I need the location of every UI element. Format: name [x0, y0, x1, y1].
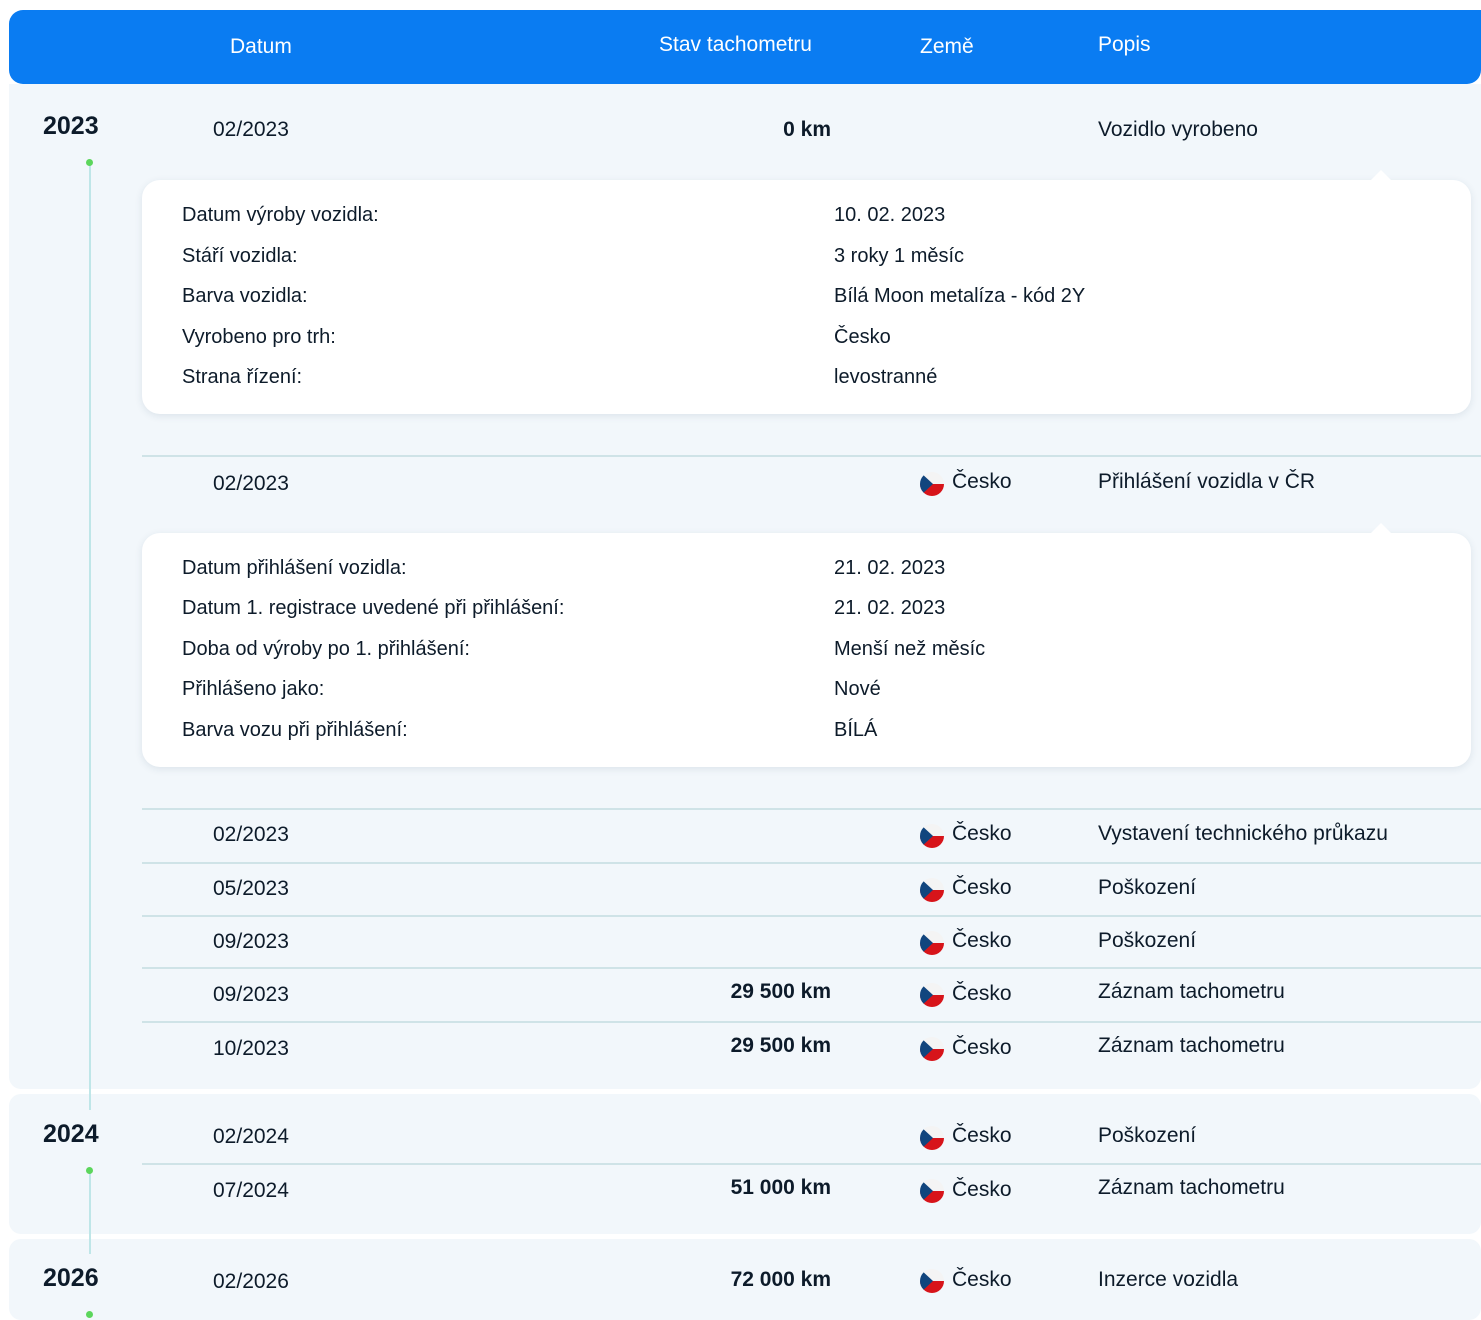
- detail-value: 21. 02. 2023: [834, 597, 946, 619]
- event-date: 02/2023: [213, 823, 289, 846]
- event-country: Česko: [952, 1268, 1012, 1291]
- table-row[interactable]: 02/2023 Česko Vystavení technického průk…: [142, 810, 1481, 863]
- event-odometer: 72 000 km: [730, 1268, 831, 1291]
- event-country: Česko: [952, 470, 1012, 493]
- event-description: Poškození: [1098, 876, 1197, 899]
- table-row[interactable]: 05/2023 Česko Poškození: [142, 864, 1481, 917]
- detail-row: Barva vozu při přihlášení: BÍLÁ: [182, 719, 1432, 749]
- detail-row: Datum 1. registrace uvedené při přihláše…: [182, 597, 1432, 627]
- event-date: 02/2023: [213, 472, 289, 495]
- year-label-2024: 2024: [43, 1120, 99, 1148]
- table-row[interactable]: 07/2024 51 000 km Česko Záznam tachometr…: [142, 1165, 1481, 1218]
- detail-label: Datum výroby vozidla:: [182, 204, 379, 226]
- event-date: 05/2023: [213, 877, 289, 900]
- czech-flag-icon: [920, 1037, 944, 1061]
- czech-flag-icon: [920, 1269, 944, 1293]
- detail-label: Vyrobeno pro trh:: [182, 326, 336, 348]
- detail-value: 21. 02. 2023: [834, 557, 946, 579]
- table-header: Datum Stav tachometru Země Popis: [9, 10, 1481, 84]
- table-row[interactable]: 09/2023 29 500 km Česko Záznam tachometr…: [142, 969, 1481, 1022]
- detail-label: Přihlášeno jako:: [182, 678, 325, 700]
- detail-row: Přihlášeno jako: Nové: [182, 678, 1432, 708]
- header-odometer: Stav tachometru: [659, 33, 812, 56]
- header-description: Popis: [1098, 33, 1151, 56]
- event-description: Přihlášení vozidla v ČR: [1098, 470, 1316, 493]
- registration-details-card: Datum přihlášení vozidla: 21. 02. 2023 D…: [142, 523, 1471, 767]
- czech-flag-icon: [920, 931, 944, 955]
- event-date: 02/2024: [213, 1125, 289, 1148]
- table-row[interactable]: 02/2023 0 km Vozidlo vyrobeno: [142, 104, 1481, 157]
- table-row[interactable]: 10/2023 29 500 km Česko Záznam tachometr…: [142, 1023, 1481, 1076]
- event-description: Poškození: [1098, 1124, 1197, 1147]
- detail-value: 10. 02. 2023: [834, 204, 946, 226]
- production-details-card: Datum výroby vozidla: 10. 02. 2023 Stáří…: [142, 170, 1471, 414]
- year-label-2026: 2026: [43, 1264, 99, 1292]
- event-date: 02/2023: [213, 118, 289, 141]
- czech-flag-icon: [920, 1179, 944, 1203]
- czech-flag-icon: [920, 878, 944, 902]
- timeline-line: [89, 1170, 91, 1254]
- event-description: Vozidlo vyrobeno: [1098, 118, 1258, 141]
- row-divider: [142, 455, 1481, 457]
- event-country: Česko: [952, 929, 1012, 952]
- event-description: Poškození: [1098, 929, 1197, 952]
- event-date: 09/2023: [213, 983, 289, 1006]
- header-date: Datum: [230, 35, 292, 58]
- detail-row: Doba od výroby po 1. přihlášení: Menší n…: [182, 638, 1432, 668]
- event-description: Inzerce vozidla: [1098, 1268, 1239, 1291]
- detail-label: Barva vozidla:: [182, 285, 308, 307]
- event-date: 10/2023: [213, 1037, 289, 1060]
- event-odometer: 0 km: [783, 118, 831, 141]
- table-row[interactable]: 02/2026 72 000 km Česko Inzerce vozidla: [142, 1256, 1481, 1309]
- czech-flag-icon: [920, 1126, 944, 1150]
- timeline-line: [89, 162, 91, 1110]
- detail-value: Česko: [834, 326, 891, 348]
- detail-row: Vyrobeno pro trh: Česko: [182, 326, 1432, 356]
- event-country: Česko: [952, 876, 1012, 899]
- event-date: 02/2026: [213, 1270, 289, 1293]
- czech-flag-icon: [920, 983, 944, 1007]
- timeline-dot: [86, 159, 93, 166]
- event-description: Záznam tachometru: [1098, 1176, 1285, 1199]
- table-row[interactable]: 02/2024 Česko Poškození: [142, 1112, 1481, 1165]
- detail-row: Stáří vozidla: 3 roky 1 měsíc: [182, 245, 1432, 275]
- timeline-dot: [86, 1311, 93, 1318]
- detail-row: Strana řízení: levostranné: [182, 366, 1432, 396]
- event-country: Česko: [952, 822, 1012, 845]
- detail-value: BÍLÁ: [834, 719, 878, 741]
- detail-label: Strana řízení:: [182, 366, 303, 388]
- detail-row: Datum výroby vozidla: 10. 02. 2023: [182, 204, 1432, 234]
- event-country: Česko: [952, 1178, 1012, 1201]
- event-description: Záznam tachometru: [1098, 980, 1285, 1003]
- event-description: Vystavení technického průkazu: [1098, 822, 1388, 845]
- event-date: 09/2023: [213, 930, 289, 953]
- year-label-2023: 2023: [43, 112, 99, 140]
- detail-value: Bílá Moon metalíza - kód 2Y: [834, 285, 1086, 307]
- czech-flag-icon: [920, 472, 944, 496]
- event-date: 07/2024: [213, 1179, 289, 1202]
- table-row[interactable]: 02/2023 Česko Přihlášení vozidla v ČR: [142, 458, 1481, 511]
- detail-label: Doba od výroby po 1. přihlášení:: [182, 638, 470, 660]
- detail-label: Barva vozu při přihlášení:: [182, 719, 408, 741]
- detail-value: 3 roky 1 měsíc: [834, 245, 965, 267]
- detail-value: Nové: [834, 678, 881, 700]
- table-row[interactable]: 09/2023 Česko Poškození: [142, 917, 1481, 970]
- detail-label: Datum přihlášení vozidla:: [182, 557, 407, 579]
- timeline-dot: [86, 1167, 93, 1174]
- detail-row: Datum přihlášení vozidla: 21. 02. 2023: [182, 557, 1432, 587]
- event-description: Záznam tachometru: [1098, 1034, 1285, 1057]
- header-country: Země: [920, 35, 974, 58]
- event-country: Česko: [952, 1036, 1012, 1059]
- event-country: Česko: [952, 982, 1012, 1005]
- detail-label: Stáří vozidla:: [182, 245, 298, 267]
- detail-value: Menší než měsíc: [834, 638, 986, 660]
- event-odometer: 29 500 km: [730, 1034, 831, 1057]
- event-country: Česko: [952, 1124, 1012, 1147]
- detail-label: Datum 1. registrace uvedené při přihláše…: [182, 597, 565, 619]
- detail-value: levostranné: [834, 366, 938, 388]
- detail-row: Barva vozidla: Bílá Moon metalíza - kód …: [182, 285, 1432, 315]
- event-odometer: 51 000 km: [730, 1176, 831, 1199]
- czech-flag-icon: [920, 824, 944, 848]
- event-odometer: 29 500 km: [730, 980, 831, 1003]
